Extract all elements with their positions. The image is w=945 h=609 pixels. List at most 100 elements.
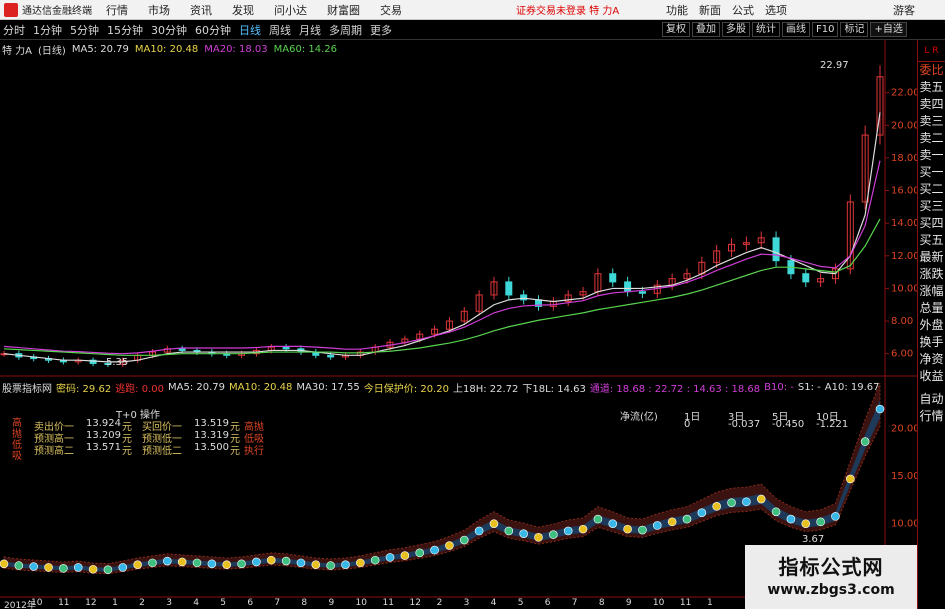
date-tick: 5 bbox=[517, 598, 524, 608]
stock-name: 特 力A bbox=[2, 45, 33, 57]
indicator-marker bbox=[177, 557, 187, 567]
sidebar-auto[interactable]: 自动 bbox=[918, 391, 945, 408]
price-tick: 22.00 bbox=[891, 88, 920, 99]
sidebar-item[interactable]: 净资 bbox=[918, 351, 945, 368]
sidebar-item[interactable]: 总量 bbox=[918, 300, 945, 317]
chip-label: 密码: 29.62 bbox=[56, 383, 112, 395]
s1-label: S1: - bbox=[797, 381, 821, 393]
sidebar-item[interactable]: 卖五 bbox=[918, 79, 945, 96]
date-tick: 11 bbox=[58, 598, 70, 608]
indicator-marker bbox=[638, 525, 647, 535]
candle-body bbox=[609, 273, 617, 283]
t0-operation-panel: T+0 操作 高抛低吸 卖出价一 13.924 元 买回价一 13.519 元 … bbox=[4, 406, 300, 484]
date-tick: 8 bbox=[598, 598, 605, 608]
sidebar-item[interactable]: 涨跌 bbox=[918, 266, 945, 283]
sidebar-item[interactable]: 收益 bbox=[918, 368, 945, 385]
indicator-marker bbox=[578, 524, 588, 534]
indicator-marker bbox=[341, 560, 350, 569]
sidebar-item[interactable]: 买一 bbox=[918, 164, 945, 181]
sidebar-item[interactable]: 委比 bbox=[918, 62, 945, 79]
date-tick: 8 bbox=[301, 598, 308, 608]
price-tick: 20.00 bbox=[891, 120, 920, 131]
ma60-label: MA60: 14.26 bbox=[273, 43, 337, 55]
sidebar-toggle[interactable]: L R bbox=[918, 40, 945, 62]
date-tick: 3 bbox=[166, 598, 172, 608]
indicator-marker bbox=[445, 541, 454, 550]
candle-body bbox=[505, 281, 513, 296]
indicator-marker bbox=[296, 558, 306, 568]
date-tick: 9 bbox=[328, 598, 335, 608]
date-tick: 10 bbox=[31, 598, 43, 608]
indicator-marker bbox=[474, 526, 484, 536]
indicator-marker bbox=[29, 562, 38, 571]
indicator-marker bbox=[14, 561, 24, 570]
indicator-marker bbox=[875, 404, 885, 414]
indicator-marker bbox=[593, 514, 603, 524]
sidebar-item[interactable]: 卖一 bbox=[918, 147, 945, 164]
candle-body bbox=[282, 346, 290, 350]
date-tick: 2 bbox=[436, 598, 443, 608]
indicator-marker bbox=[742, 497, 751, 507]
sidebar-item[interactable]: 涨幅 bbox=[918, 283, 945, 300]
price-axis: 22.00 20.00 18.00 16.00 14.00 12.00 10.00 8.00 6… bbox=[885, 88, 920, 360]
date-tick: 7 bbox=[274, 598, 281, 608]
ma10-label: MA10: 20.48 bbox=[134, 43, 199, 55]
date-tick: 4 bbox=[490, 598, 497, 608]
indicator-marker bbox=[430, 545, 439, 555]
date-tick: 2 bbox=[139, 598, 145, 608]
sidebar-item[interactable]: 买二 bbox=[918, 181, 945, 198]
indicator-marker bbox=[712, 502, 721, 511]
indicator-axis: 20.00 15.00 10.00 bbox=[891, 424, 920, 530]
date-tick: 11 bbox=[679, 598, 692, 608]
indicator-marker bbox=[623, 524, 632, 534]
upper-label: 上18H: 22.72 bbox=[452, 383, 519, 395]
chart-canvas: 22.00 20.00 18.00 16.00 14.00 12.00 10.00 8.00 6… bbox=[0, 40, 920, 598]
indicator-marker bbox=[608, 519, 618, 528]
indicator-marker bbox=[88, 564, 98, 574]
ind-ma30-label: MA30: 17.55 bbox=[296, 381, 360, 393]
ind-ma5-label: MA5: 20.79 bbox=[168, 381, 226, 393]
indicator-marker bbox=[831, 512, 840, 521]
date-tick: 12 bbox=[409, 598, 421, 608]
sidebar-item[interactable]: 最新 bbox=[918, 249, 945, 266]
flow-value: -0.037 bbox=[728, 419, 761, 430]
watermark-badge: 指标公式网 www.zbgs3.com bbox=[745, 545, 917, 609]
indicator-marker bbox=[266, 555, 276, 565]
indicator-marker bbox=[118, 563, 128, 572]
indicator-marker bbox=[222, 560, 232, 569]
indicator-marker bbox=[801, 519, 811, 528]
sidebar-item[interactable]: 卖三 bbox=[918, 113, 945, 130]
indicator-header: 股票指标网 密码: 29.62 逃跑: 0.00 MA5: 20.79 MA10… bbox=[2, 380, 884, 395]
date-tick: 1 bbox=[706, 598, 713, 608]
main-chart-header: 特 力A (日线) MA5: 20.79 MA10: 20.48 MA20: 1… bbox=[2, 42, 343, 57]
candle-body bbox=[802, 273, 810, 283]
sidebar-item[interactable]: 买五 bbox=[918, 232, 945, 249]
indicator-tick: 20.00 bbox=[891, 424, 920, 435]
sidebar-item[interactable]: 外盘 bbox=[918, 317, 945, 334]
protect-price-label: 今日保护价: 20.20 bbox=[363, 383, 449, 395]
indicator-marker bbox=[846, 474, 855, 484]
indicator-marker bbox=[727, 498, 736, 507]
indicator-marker bbox=[549, 530, 558, 539]
sidebar-quotes[interactable]: 行情 bbox=[918, 408, 945, 425]
b10-label: B10: - bbox=[764, 381, 794, 393]
sidebar-item[interactable]: 换手 bbox=[918, 334, 945, 351]
flow-value: 0 bbox=[684, 419, 691, 430]
indicator-name[interactable]: 股票指标网 bbox=[2, 380, 52, 395]
sidebar-item[interactable]: 买四 bbox=[918, 215, 945, 232]
indicator-marker bbox=[326, 561, 335, 570]
low-annotation: 5.35 bbox=[106, 357, 128, 368]
sidebar-item[interactable]: 买三 bbox=[918, 198, 945, 215]
escape-label: 逃跑: 0.00 bbox=[115, 383, 165, 395]
date-tick: 9 bbox=[625, 598, 632, 608]
indicator-marker bbox=[0, 559, 9, 569]
price-tick: 18.00 bbox=[891, 153, 920, 164]
candle-body bbox=[520, 294, 528, 301]
candle-body bbox=[772, 237, 780, 262]
indicator-tick: 10.00 bbox=[891, 519, 920, 530]
indicator-marker bbox=[459, 535, 469, 545]
indicator-marker bbox=[370, 555, 380, 565]
sidebar-item[interactable]: 卖二 bbox=[918, 130, 945, 147]
date-tick: 7 bbox=[571, 598, 578, 608]
sidebar-item[interactable]: 卖四 bbox=[918, 96, 945, 113]
